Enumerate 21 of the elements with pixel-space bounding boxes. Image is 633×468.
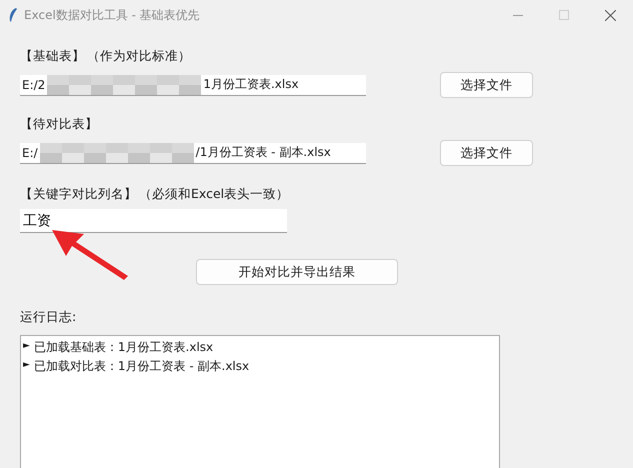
section-note: （必须和Excel表头一致）: [139, 186, 290, 203]
file-path-field[interactable]: E:/2 1月份工资表.xlsx: [20, 74, 366, 96]
log-label: 运行日志:: [20, 309, 78, 326]
section-label: 【基础表】: [20, 48, 85, 65]
section-note: （作为对比标准）: [87, 48, 191, 65]
key-column-field[interactable]: 工资: [20, 209, 287, 233]
start-compare-button[interactable]: 开始对比并导出结果: [196, 259, 398, 285]
section-label: 【关键字对比列名】: [20, 186, 137, 203]
feather-icon: [8, 7, 18, 23]
log-line: 已加载对比表：1月份工资表 - 副本.xlsx: [34, 358, 250, 375]
log-line: 已加载基础表：1月份工资表.xlsx: [34, 339, 214, 356]
bullet-marker: ►: [23, 359, 30, 372]
minimize-icon[interactable]: [513, 14, 523, 16]
choose-file-button[interactable]: 选择文件: [440, 140, 533, 166]
maximize-icon[interactable]: [559, 10, 569, 20]
file-path-field[interactable]: E:/ /1月份工资表 - 副本.xlsx: [20, 142, 366, 164]
window-title: Excel数据对比工具 - 基础表优先: [24, 6, 200, 24]
section-label: 【待对比表】: [20, 116, 98, 133]
choose-file-button[interactable]: 选择文件: [440, 72, 533, 98]
close-icon[interactable]: [604, 10, 616, 20]
bullet-marker: ►: [23, 340, 30, 353]
